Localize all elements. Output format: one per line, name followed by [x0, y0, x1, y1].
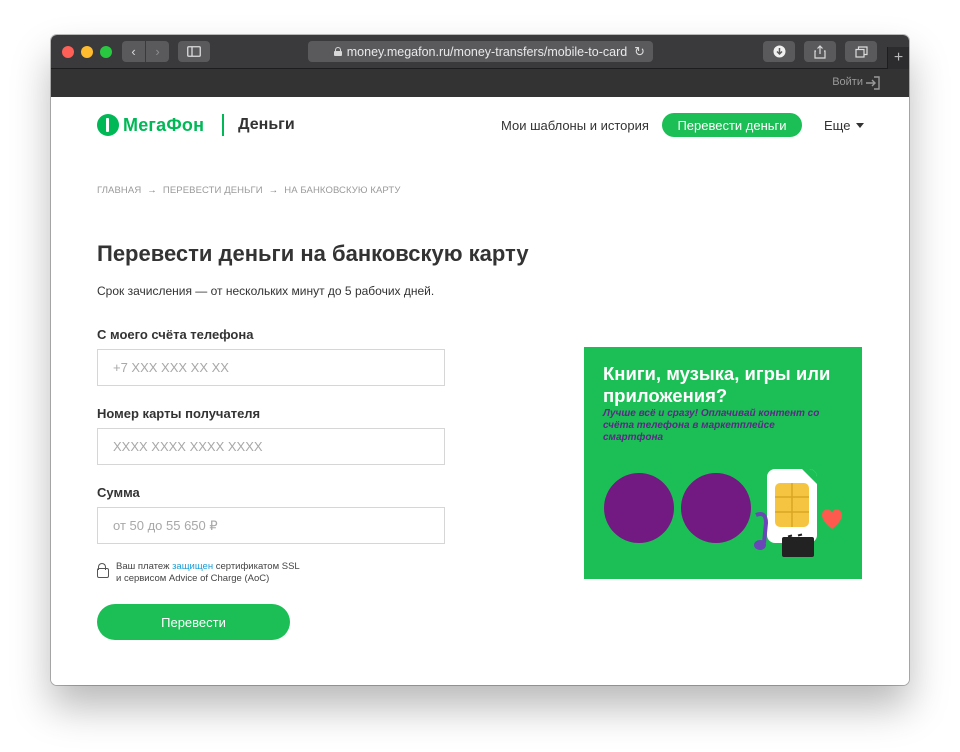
nav-templates-history[interactable]: Мои шаблоны и история [501, 118, 649, 133]
chevron-down-icon [856, 123, 865, 128]
card-number-input[interactable] [97, 428, 445, 465]
logo-subtitle: Деньги [238, 116, 295, 133]
new-tab-button[interactable]: + [887, 47, 909, 69]
logo-divider [222, 114, 225, 136]
megafon-logo-icon [97, 114, 119, 136]
lock-icon [97, 563, 109, 578]
breadcrumb-current: НА БАНКОВСКУЮ КАРТУ [284, 185, 401, 196]
sim-card-illustration-icon [754, 469, 842, 557]
browser-window: ‹ › money.megafon.ru/money-transfers/mob… [51, 35, 909, 685]
address-url: money.megafon.ru/money-transfers/mobile-… [346, 44, 628, 59]
card-field-label: Номер карты получателя [97, 406, 261, 421]
banner-text: Лучше всё и сразу! Оплачивай контент со … [603, 408, 820, 443]
breadcrumb-home[interactable]: ГЛАВНАЯ [97, 185, 141, 196]
breadcrumb-transfer[interactable]: ПЕРЕВЕСТИ ДЕНЬГИ [163, 185, 263, 196]
page-subtitle: Срок зачисления — от нескольких минут до… [97, 284, 435, 298]
nav-transfer-button[interactable]: Перевести деньги [662, 113, 802, 137]
breadcrumb-arrow-icon: → [268, 185, 279, 196]
nav-more-menu[interactable]: Еще [824, 118, 865, 133]
zoom-window-button[interactable] [100, 46, 112, 58]
purple-circle-icon [681, 473, 751, 543]
breadcrumb-arrow-icon: → [147, 185, 157, 196]
purple-circle-icon [604, 473, 674, 543]
banner-title: Книги, музыка, игры или приложения? [603, 363, 831, 406]
back-icon: ‹ [131, 44, 136, 59]
download-icon [773, 45, 785, 58]
address-bar[interactable]: money.megafon.ru/money-transfers/mobile-… [308, 41, 653, 62]
share-icon [814, 44, 826, 59]
new-tab-icon: + [893, 49, 904, 66]
sidebar-button[interactable] [178, 41, 210, 62]
security-text-post: сертификатом SSL [213, 561, 300, 572]
lock-icon [333, 47, 342, 56]
logo-text: МегаФон [123, 114, 205, 135]
forward-button[interactable]: › [146, 41, 169, 62]
breadcrumb: ГЛАВНАЯ → ПЕРЕВЕСТИ ДЕНЬГИ → НА БАНКОВСК… [97, 185, 400, 196]
promo-banner[interactable]: Книги, музыка, игры или приложения? Лучш… [584, 347, 862, 579]
security-text-line2: и сервисом Advice of Charge (AoC) [116, 573, 270, 584]
amount-field-label: Сумма [97, 485, 140, 500]
security-text-pre: Ваш платеж [116, 561, 173, 572]
forward-icon: › [155, 44, 160, 59]
site-top-strip: Войти [51, 69, 909, 97]
share-button[interactable] [804, 41, 836, 62]
site-logo[interactable]: МегаФон Деньги [97, 114, 295, 136]
phone-field-label: С моего счёта телефона [97, 327, 254, 342]
downloads-button[interactable] [763, 41, 795, 62]
show-tabs-button[interactable] [845, 41, 877, 62]
login-link[interactable]: Войти [832, 76, 863, 88]
close-window-button[interactable] [62, 46, 74, 58]
submit-transfer-button[interactable]: Перевести [97, 604, 290, 640]
browser-toolbar: ‹ › money.megafon.ru/money-transfers/mob… [51, 35, 909, 69]
security-note: Ваш платеж защищен сертификатом SSL и се… [97, 561, 300, 585]
site-content: МегаФон Деньги Мои шаблоны и история Пер… [51, 97, 909, 685]
reload-icon[interactable]: ↻ [634, 44, 645, 60]
security-link[interactable]: защищен [172, 561, 213, 572]
phone-input[interactable] [97, 349, 445, 386]
page-title: Перевести деньги на банковскую карту [97, 241, 529, 266]
minimize-window-button[interactable] [81, 46, 93, 58]
sidebar-icon [187, 46, 201, 57]
security-text: Ваш платеж защищен сертификатом SSL и се… [116, 561, 300, 585]
tabs-icon [854, 45, 868, 58]
back-button[interactable]: ‹ [122, 41, 145, 62]
amount-input[interactable] [97, 507, 445, 544]
nav-more-label: Еще [824, 118, 851, 133]
login-icon[interactable] [865, 75, 881, 91]
